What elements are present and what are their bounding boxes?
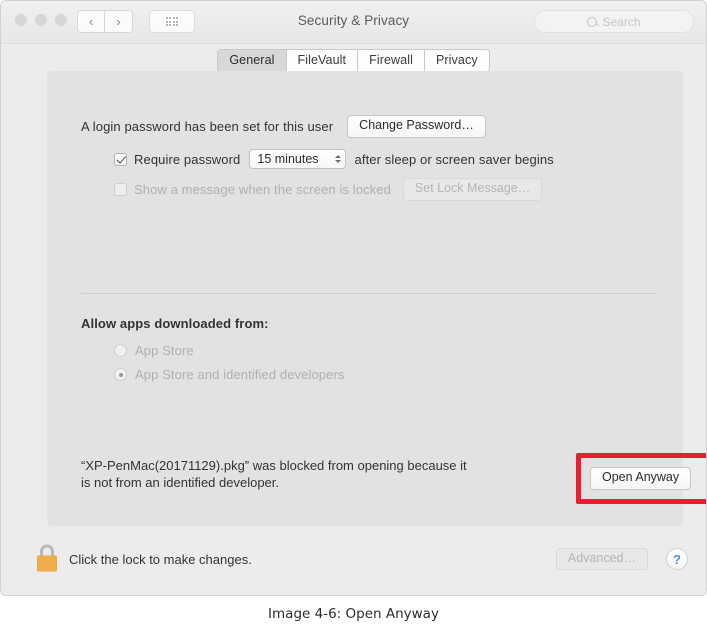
figure-caption: Image 4-6: Open Anyway — [268, 606, 439, 622]
radio-app-store-row: App Store — [114, 343, 194, 358]
require-password-row: Require password 15 minutes after sleep … — [114, 149, 554, 169]
login-password-row: A login password has been set for this u… — [81, 115, 486, 138]
set-lock-message-button[interactable]: Set Lock Message… — [402, 178, 543, 201]
require-password-suffix-label: after sleep or screen saver begins — [354, 151, 554, 167]
radio-app-store[interactable] — [114, 344, 127, 357]
search-icon — [587, 16, 598, 27]
tab-group: General FileVault Firewall Privacy — [217, 48, 490, 72]
require-password-checkbox[interactable] — [114, 152, 127, 166]
blocked-app-notice-line2: is not from an identified developer. — [81, 475, 280, 490]
window-bottom-bar: Click the lock to make changes. Advanced… — [1, 525, 706, 595]
help-button[interactable]: ? — [666, 548, 688, 570]
advanced-button[interactable]: Advanced… — [555, 547, 648, 571]
lock-message-row: Show a message when the screen is locked… — [114, 178, 543, 201]
blocked-app-notice-line1: “XP-PenMac(20171129).pkg” was blocked fr… — [81, 458, 467, 473]
radio-app-store-identified-developers-label: App Store and identified developers — [135, 367, 345, 382]
allow-apps-heading-row: Allow apps downloaded from: — [81, 316, 269, 331]
lock-instruction-label: Click the lock to make changes. — [69, 552, 252, 567]
tab-filevault[interactable]: FileVault — [286, 49, 359, 71]
security-privacy-window: ‹ › Security & Privacy Search General Fi… — [0, 0, 707, 596]
require-password-interval-value: 15 minutes — [257, 152, 319, 166]
tab-privacy[interactable]: Privacy — [424, 49, 489, 71]
show-lock-message-checkbox[interactable] — [114, 182, 127, 196]
open-anyway-button[interactable]: Open Anyway — [590, 467, 692, 490]
show-lock-message-label: Show a message when the screen is locked — [134, 181, 391, 197]
stepper-icon — [334, 155, 341, 163]
require-password-label: Require password — [134, 151, 241, 167]
radio-app-store-label: App Store — [135, 343, 194, 358]
search-input[interactable]: Search — [534, 10, 694, 33]
window-toolbar: ‹ › Security & Privacy Search — [1, 1, 706, 44]
open-anyway-wrapper: Open Anyway — [590, 467, 692, 490]
advanced-wrapper: Advanced… — [555, 547, 648, 571]
general-pane: A login password has been set for this u… — [47, 71, 706, 526]
require-password-interval-select[interactable]: 15 minutes — [249, 149, 346, 169]
tab-general[interactable]: General — [218, 49, 287, 71]
blocked-app-notice: “XP-PenMac(20171129).pkg” was blocked fr… — [81, 457, 536, 491]
tab-firewall[interactable]: Firewall — [358, 49, 425, 71]
search-placeholder: Search — [602, 14, 641, 29]
lock-closed-icon[interactable] — [34, 543, 60, 573]
change-password-button[interactable]: Change Password… — [347, 115, 486, 138]
allow-apps-heading: Allow apps downloaded from: — [81, 316, 269, 331]
radio-app-store-identified-row: App Store and identified developers — [114, 367, 344, 382]
radio-app-store-identified-developers[interactable] — [114, 368, 127, 381]
login-password-label: A login password has been set for this u… — [81, 118, 334, 134]
section-divider — [81, 293, 657, 294]
